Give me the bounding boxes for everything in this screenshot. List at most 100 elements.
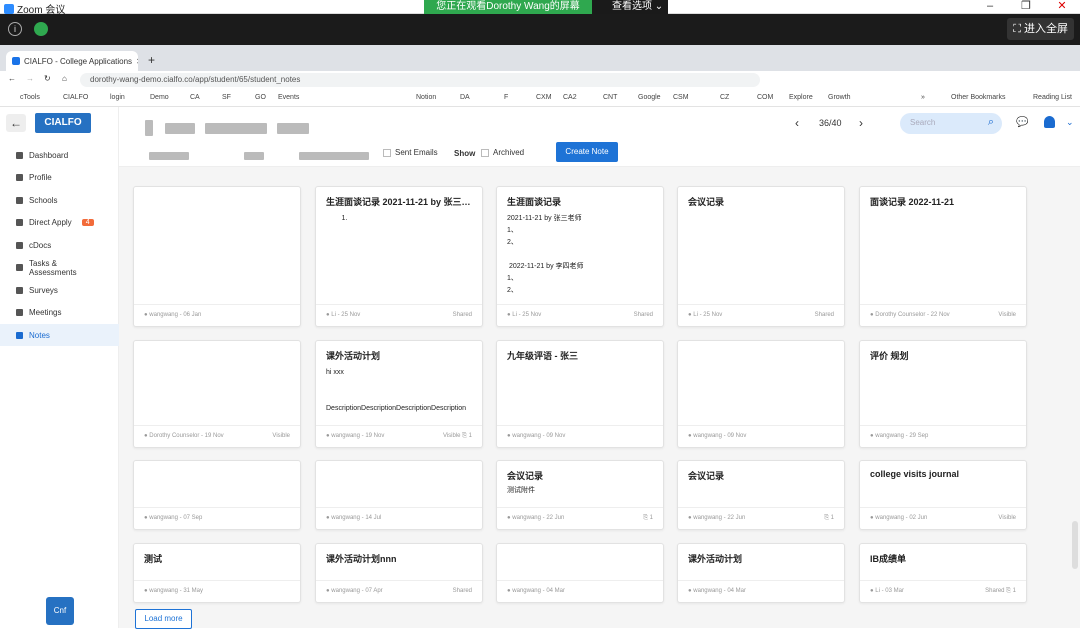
note-status-label: Shared xyxy=(814,312,834,318)
note-card[interactable]: IB成绩单 ● Li - 03 Mar Shared ⎘ 1 xyxy=(859,543,1027,603)
home-icon[interactable]: ⌂ xyxy=(62,74,67,83)
close-icon[interactable]: ✕ xyxy=(1044,0,1080,14)
sidebar-item-schools[interactable]: Schools xyxy=(0,189,119,211)
note-card[interactable]: 生涯面谈记录 2021-11-21 by 张三老师 1、 2、 2022-11-2… xyxy=(496,186,664,327)
fullscreen-button[interactable]: ⛶ 进入全屏 xyxy=(1007,18,1074,40)
search-icon[interactable]: ⌕ xyxy=(988,116,994,129)
note-card[interactable]: ● wangwang - 06 Jan xyxy=(133,186,301,327)
zoom-toolbar: i ⛶ 进入全屏 xyxy=(0,14,1080,45)
maximize-icon[interactable]: ❐ xyxy=(1008,0,1044,14)
bookmark-item[interactable]: cTools xyxy=(20,94,40,101)
note-author-date: wangwang - 14 Jul xyxy=(331,515,382,521)
note-card[interactable]: college visits journal ● wangwang - 02 Ju… xyxy=(859,460,1027,530)
bookmark-item[interactable]: » xyxy=(921,94,925,101)
bookmark-item[interactable]: COM xyxy=(757,94,773,101)
note-card[interactable]: 会议记录 测试附件 ● wangwang - 22 Jun ⎘ 1 xyxy=(496,460,664,530)
bookmark-item[interactable]: Growth xyxy=(828,94,851,101)
bookmark-item[interactable]: CA xyxy=(190,94,200,101)
bookmark-item[interactable]: CZ xyxy=(720,94,729,101)
bookmark-item[interactable]: SF xyxy=(222,94,231,101)
sidebar-item-tasks-assessments[interactable]: Tasks & Assessments xyxy=(0,257,119,279)
sidebar-item-dashboard[interactable]: Dashboard xyxy=(0,144,119,166)
archived-filter[interactable]: Archived xyxy=(481,148,524,157)
forward-arrow-icon[interactable]: → xyxy=(26,74,34,83)
nav-icon xyxy=(16,174,23,181)
bookmark-item[interactable]: login xyxy=(110,94,125,101)
bookmark-item[interactable]: Google xyxy=(638,94,661,101)
note-card[interactable]: 课外活动计划 hi xxx DescriptionDescriptionDescr… xyxy=(315,340,483,448)
share-banner-text: 您正在观看Dorothy Wang的屏幕 xyxy=(424,0,592,14)
reload-icon[interactable]: ↻ xyxy=(44,74,51,83)
sidebar-item-direct-apply[interactable]: Direct Apply 4 xyxy=(0,212,119,234)
back-button[interactable]: ← xyxy=(6,114,26,132)
note-card[interactable]: 会议记录 ● wangwang - 22 Jun ⎘ 1 xyxy=(677,460,845,530)
note-card[interactable]: ● wangwang - 04 Mar xyxy=(496,543,664,603)
scrollbar[interactable] xyxy=(1072,521,1078,569)
note-author-date: Li - 25 Nov xyxy=(512,312,542,318)
note-body: 2021-11-21 by 张三老师 1、 2、 2022-11-21 by 李… xyxy=(507,215,584,294)
bookmark-item[interactable]: Other Bookmarks xyxy=(951,94,1005,101)
view-options-button[interactable]: 查看选项 ⌄ xyxy=(592,0,663,14)
sent-emails-checkbox[interactable] xyxy=(383,148,391,157)
note-card[interactable]: 面谈记录 2022-11-21 ● Dorothy Counselor - 22 … xyxy=(859,186,1027,327)
note-status: Visible xyxy=(998,312,1016,318)
load-more-button[interactable]: Load more xyxy=(135,609,192,629)
nav-icon xyxy=(16,196,23,204)
browser-tab[interactable]: CIALFO - College Applications✕ xyxy=(6,51,138,71)
note-card[interactable]: 会议记录 ● Li - 25 Nov Shared xyxy=(677,186,845,327)
note-card[interactable]: 课外活动计划nnn ● wangwang - 07 Apr Shared xyxy=(315,543,483,603)
note-card[interactable]: ● wangwang - 09 Nov xyxy=(677,340,845,448)
bookmark-item[interactable]: GO xyxy=(255,94,266,101)
note-author-date: wangwang - 07 Apr xyxy=(331,588,383,594)
sidebar-item-surveys[interactable]: Surveys xyxy=(0,279,119,301)
bookmark-item[interactable]: Demo xyxy=(150,94,169,101)
bookmark-item[interactable]: Events xyxy=(278,94,299,101)
search-input[interactable]: Search ⌕ xyxy=(900,113,1002,134)
bookmark-item[interactable]: CNT xyxy=(603,94,617,101)
note-title: 面谈记录 2022-11-21 xyxy=(870,197,955,207)
bookmark-item[interactable]: Explore xyxy=(789,94,813,101)
archived-checkbox[interactable] xyxy=(481,148,489,157)
minimize-icon[interactable]: – xyxy=(972,0,1008,14)
bookmark-item[interactable]: CSM xyxy=(673,94,689,101)
bookmark-item[interactable]: F xyxy=(504,94,508,101)
note-footer: ● wangwang - 07 Sep xyxy=(134,507,300,529)
note-card[interactable]: ● wangwang - 07 Sep xyxy=(133,460,301,530)
back-arrow-icon[interactable]: ← xyxy=(8,74,16,83)
chat-icon[interactable]: 💬 xyxy=(1016,117,1028,128)
note-card[interactable]: 生涯面谈记录 2021-11-21 by 张三老师 1. ● Li - 25 No… xyxy=(315,186,483,327)
bookmark-item[interactable]: Reading List xyxy=(1033,94,1072,101)
note-card[interactable]: 九年级评语 - 张三 ● wangwang - 09 Nov xyxy=(496,340,664,448)
sidebar-item-profile[interactable]: Profile xyxy=(0,167,119,189)
bookmark-item[interactable]: Notion xyxy=(416,94,436,101)
note-card[interactable]: 课外活动计划 ● wangwang - 04 Mar xyxy=(677,543,845,603)
bookmark-item[interactable]: CIALFO xyxy=(63,94,88,101)
note-card[interactable]: ● Dorothy Counselor - 19 Nov Visible xyxy=(133,340,301,448)
bookmark-item[interactable]: CA2 xyxy=(563,94,577,101)
sidebar-item-notes[interactable]: Notes xyxy=(0,324,119,346)
shield-icon[interactable] xyxy=(34,22,48,36)
favicon-icon xyxy=(12,57,20,65)
close-tab-icon[interactable]: ✕ xyxy=(136,57,138,66)
new-tab-icon[interactable]: + xyxy=(148,53,155,67)
zoom-title-bar: Zoom 会议 您正在观看Dorothy Wang的屏幕 查看选项 ⌄ – ❐ … xyxy=(0,0,1080,16)
sidebar-item-meetings[interactable]: Meetings xyxy=(0,302,119,324)
info-icon[interactable]: i xyxy=(8,22,22,36)
note-card[interactable]: 评价 规划 ● wangwang - 29 Sep xyxy=(859,340,1027,448)
note-status: Visible xyxy=(998,515,1016,521)
user-icon[interactable] xyxy=(1044,116,1055,128)
address-bar[interactable]: dorothy-wang-demo.cialfo.co/app/student/… xyxy=(80,73,760,87)
bookmark-item[interactable]: CXM xyxy=(536,94,552,101)
prev-student-icon[interactable]: ‹ xyxy=(795,116,799,130)
bookmark-item[interactable]: DA xyxy=(460,94,470,101)
note-card[interactable]: 测试 ● wangwang - 31 May xyxy=(133,543,301,603)
sent-emails-filter[interactable]: Sent Emails xyxy=(383,148,438,157)
create-note-button[interactable]: Create Note xyxy=(556,142,618,162)
chevron-down-icon[interactable]: ⌄ xyxy=(1066,117,1074,128)
next-student-icon[interactable]: › xyxy=(859,116,863,130)
note-card[interactable]: ● wangwang - 14 Jul xyxy=(315,460,483,530)
sidebar-item-cdocs[interactable]: cDocs xyxy=(0,234,119,256)
note-footer: ● wangwang - 14 Jul xyxy=(316,507,482,529)
note-body: hi xxx DescriptionDescriptionDescription… xyxy=(326,369,467,412)
note-status-label: Visible xyxy=(998,312,1016,318)
